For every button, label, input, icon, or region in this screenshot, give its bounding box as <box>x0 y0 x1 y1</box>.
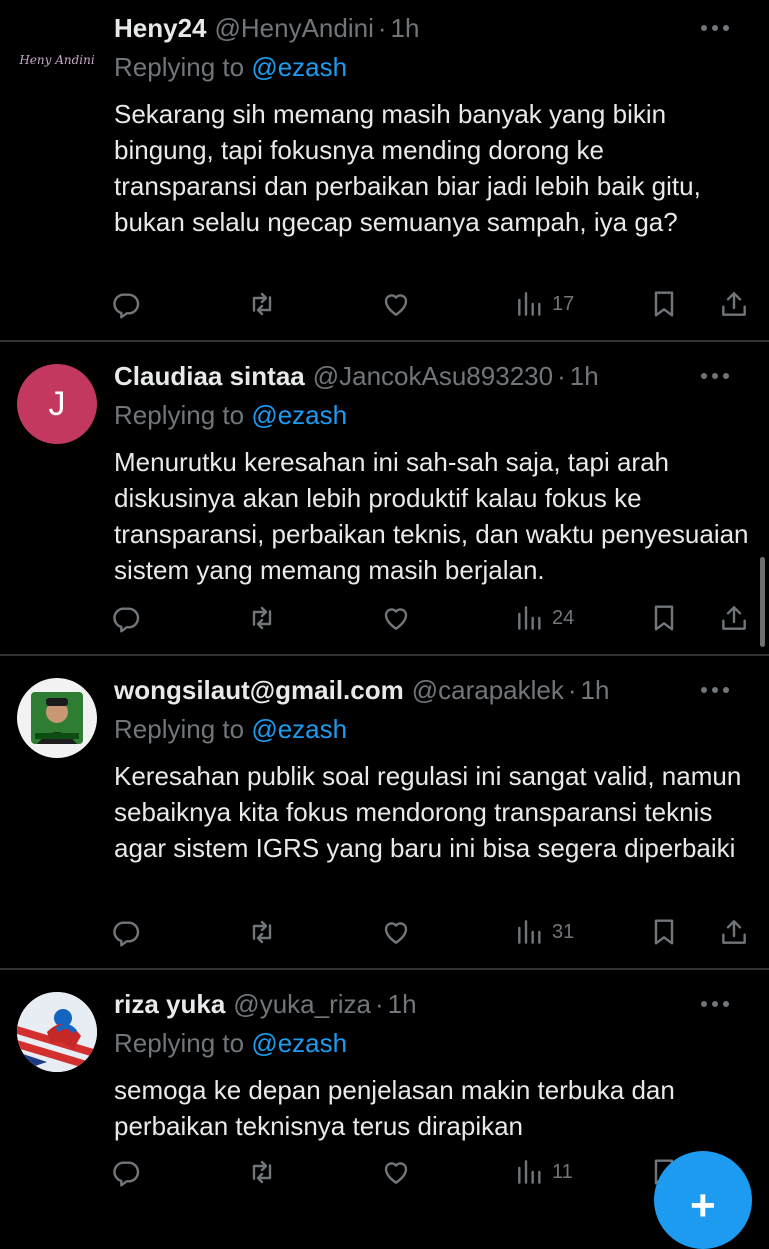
like-icon[interactable] <box>380 1152 412 1192</box>
mention-link[interactable]: @ezash <box>251 1028 347 1058</box>
like-icon[interactable] <box>380 284 412 324</box>
views-icon <box>514 1156 546 1188</box>
avatar[interactable]: Heny Andini <box>17 20 97 100</box>
reply-icon[interactable] <box>110 1152 142 1192</box>
tweet-header: Claudiaa sintaa @JancokAsu893230 · 1h <box>114 358 749 394</box>
plus-icon: + <box>690 1181 716 1230</box>
tweet[interactable]: Heny Andini Heny24 @HenyAndini · 1h Repl… <box>0 0 769 340</box>
views-button[interactable]: 31 <box>514 912 574 952</box>
tweet-header: Heny24 @HenyAndini · 1h <box>114 10 749 46</box>
display-name[interactable]: wongsilaut@gmail.com <box>114 675 404 706</box>
more-options-icon[interactable] <box>701 358 729 394</box>
mention-link[interactable]: @ezash <box>251 52 347 82</box>
avatar-photo <box>31 692 83 744</box>
replying-to: Replying to @ezash <box>114 1028 347 1059</box>
tweet-text: Sekarang sih memang masih banyak yang bi… <box>114 99 701 237</box>
more-options-icon[interactable] <box>701 10 729 46</box>
avatar-signature: Heny Andini <box>19 53 95 67</box>
tweet-text: Keresahan publik soal regulasi ini sanga… <box>114 761 742 863</box>
views-button[interactable]: 17 <box>514 284 574 324</box>
reply-icon[interactable] <box>110 284 142 324</box>
retweet-icon[interactable] <box>246 284 278 324</box>
share-icon[interactable] <box>718 598 750 638</box>
replying-to-label: Replying to <box>114 400 245 430</box>
tweet[interactable]: J Claudiaa sintaa @JancokAsu893230 · 1h … <box>0 342 769 654</box>
retweet-icon[interactable] <box>246 912 278 952</box>
replying-to: Replying to @ezash <box>114 714 347 745</box>
avatar[interactable] <box>17 678 97 758</box>
display-name[interactable]: Claudiaa sintaa <box>114 361 305 392</box>
mention-link[interactable]: @ezash <box>251 400 347 430</box>
views-count: 17 <box>552 292 575 315</box>
reply-icon[interactable] <box>110 598 142 638</box>
avatar-letter: J <box>48 384 66 423</box>
like-icon[interactable] <box>380 912 412 952</box>
views-icon <box>514 916 546 948</box>
display-name[interactable]: Heny24 <box>114 13 207 44</box>
views-icon <box>514 602 546 634</box>
views-count: 24 <box>552 606 575 629</box>
views-count: 11 <box>552 1160 573 1183</box>
separator-dot: · <box>557 360 566 391</box>
bookmark-icon[interactable] <box>648 284 680 324</box>
retweet-icon[interactable] <box>246 598 278 638</box>
tweet-text: Menurutku keresahan ini sah-sah saja, ta… <box>114 447 749 585</box>
reply-icon[interactable] <box>110 912 142 952</box>
user-handle[interactable]: @carapaklek <box>412 675 564 706</box>
replying-to-label: Replying to <box>114 52 245 82</box>
views-icon <box>514 288 546 320</box>
tweet-text: semoga ke depan penjelasan makin terbuka… <box>114 1075 675 1141</box>
replying-to: Replying to @ezash <box>114 52 347 83</box>
views-button[interactable]: 11 <box>514 1152 573 1192</box>
compose-button[interactable]: + <box>654 1151 752 1249</box>
tweet[interactable]: riza yuka @yuka_riza · 1h Replying to @e… <box>0 970 769 1200</box>
retweet-icon[interactable] <box>246 1152 278 1192</box>
views-button[interactable]: 24 <box>514 598 574 638</box>
tweet-actions: 31 <box>110 912 760 952</box>
avatar[interactable]: J <box>17 364 97 444</box>
tweet-header: wongsilaut@gmail.com @carapaklek · 1h <box>114 672 749 708</box>
timestamp[interactable]: 1h <box>570 361 599 392</box>
mention-link[interactable]: @ezash <box>251 714 347 744</box>
more-options-icon[interactable] <box>701 986 729 1022</box>
bookmark-icon[interactable] <box>648 912 680 952</box>
tweet-actions: 24 <box>110 598 760 638</box>
user-handle[interactable]: @yuka_riza <box>233 989 371 1020</box>
timestamp[interactable]: 1h <box>581 675 610 706</box>
separator-dot: · <box>377 12 387 43</box>
share-icon[interactable] <box>718 912 750 952</box>
more-options-icon[interactable] <box>701 672 729 708</box>
share-icon[interactable] <box>718 284 750 324</box>
tweet-actions: 17 <box>110 284 760 324</box>
display-name[interactable]: riza yuka <box>114 989 225 1020</box>
user-handle[interactable]: @HenyAndini <box>215 13 374 44</box>
replying-to: Replying to @ezash <box>114 400 347 431</box>
separator-dot: · <box>567 674 577 705</box>
bookmark-icon[interactable] <box>648 598 680 638</box>
replying-to-label: Replying to <box>114 714 245 744</box>
timestamp[interactable]: 1h <box>388 989 417 1020</box>
views-count: 31 <box>552 920 575 943</box>
avatar[interactable] <box>17 992 97 1072</box>
timestamp[interactable]: 1h <box>391 13 420 44</box>
tweet[interactable]: wongsilaut@gmail.com @carapaklek · 1h Re… <box>0 656 769 968</box>
tweet-header: riza yuka @yuka_riza · 1h <box>114 986 749 1022</box>
like-icon[interactable] <box>380 598 412 638</box>
scrollbar[interactable] <box>760 557 765 647</box>
replying-to-label: Replying to <box>114 1028 245 1058</box>
user-handle[interactable]: @JancokAsu893230 <box>313 361 553 392</box>
avatar-photo <box>17 992 97 1072</box>
separator-dot: · <box>374 988 384 1019</box>
